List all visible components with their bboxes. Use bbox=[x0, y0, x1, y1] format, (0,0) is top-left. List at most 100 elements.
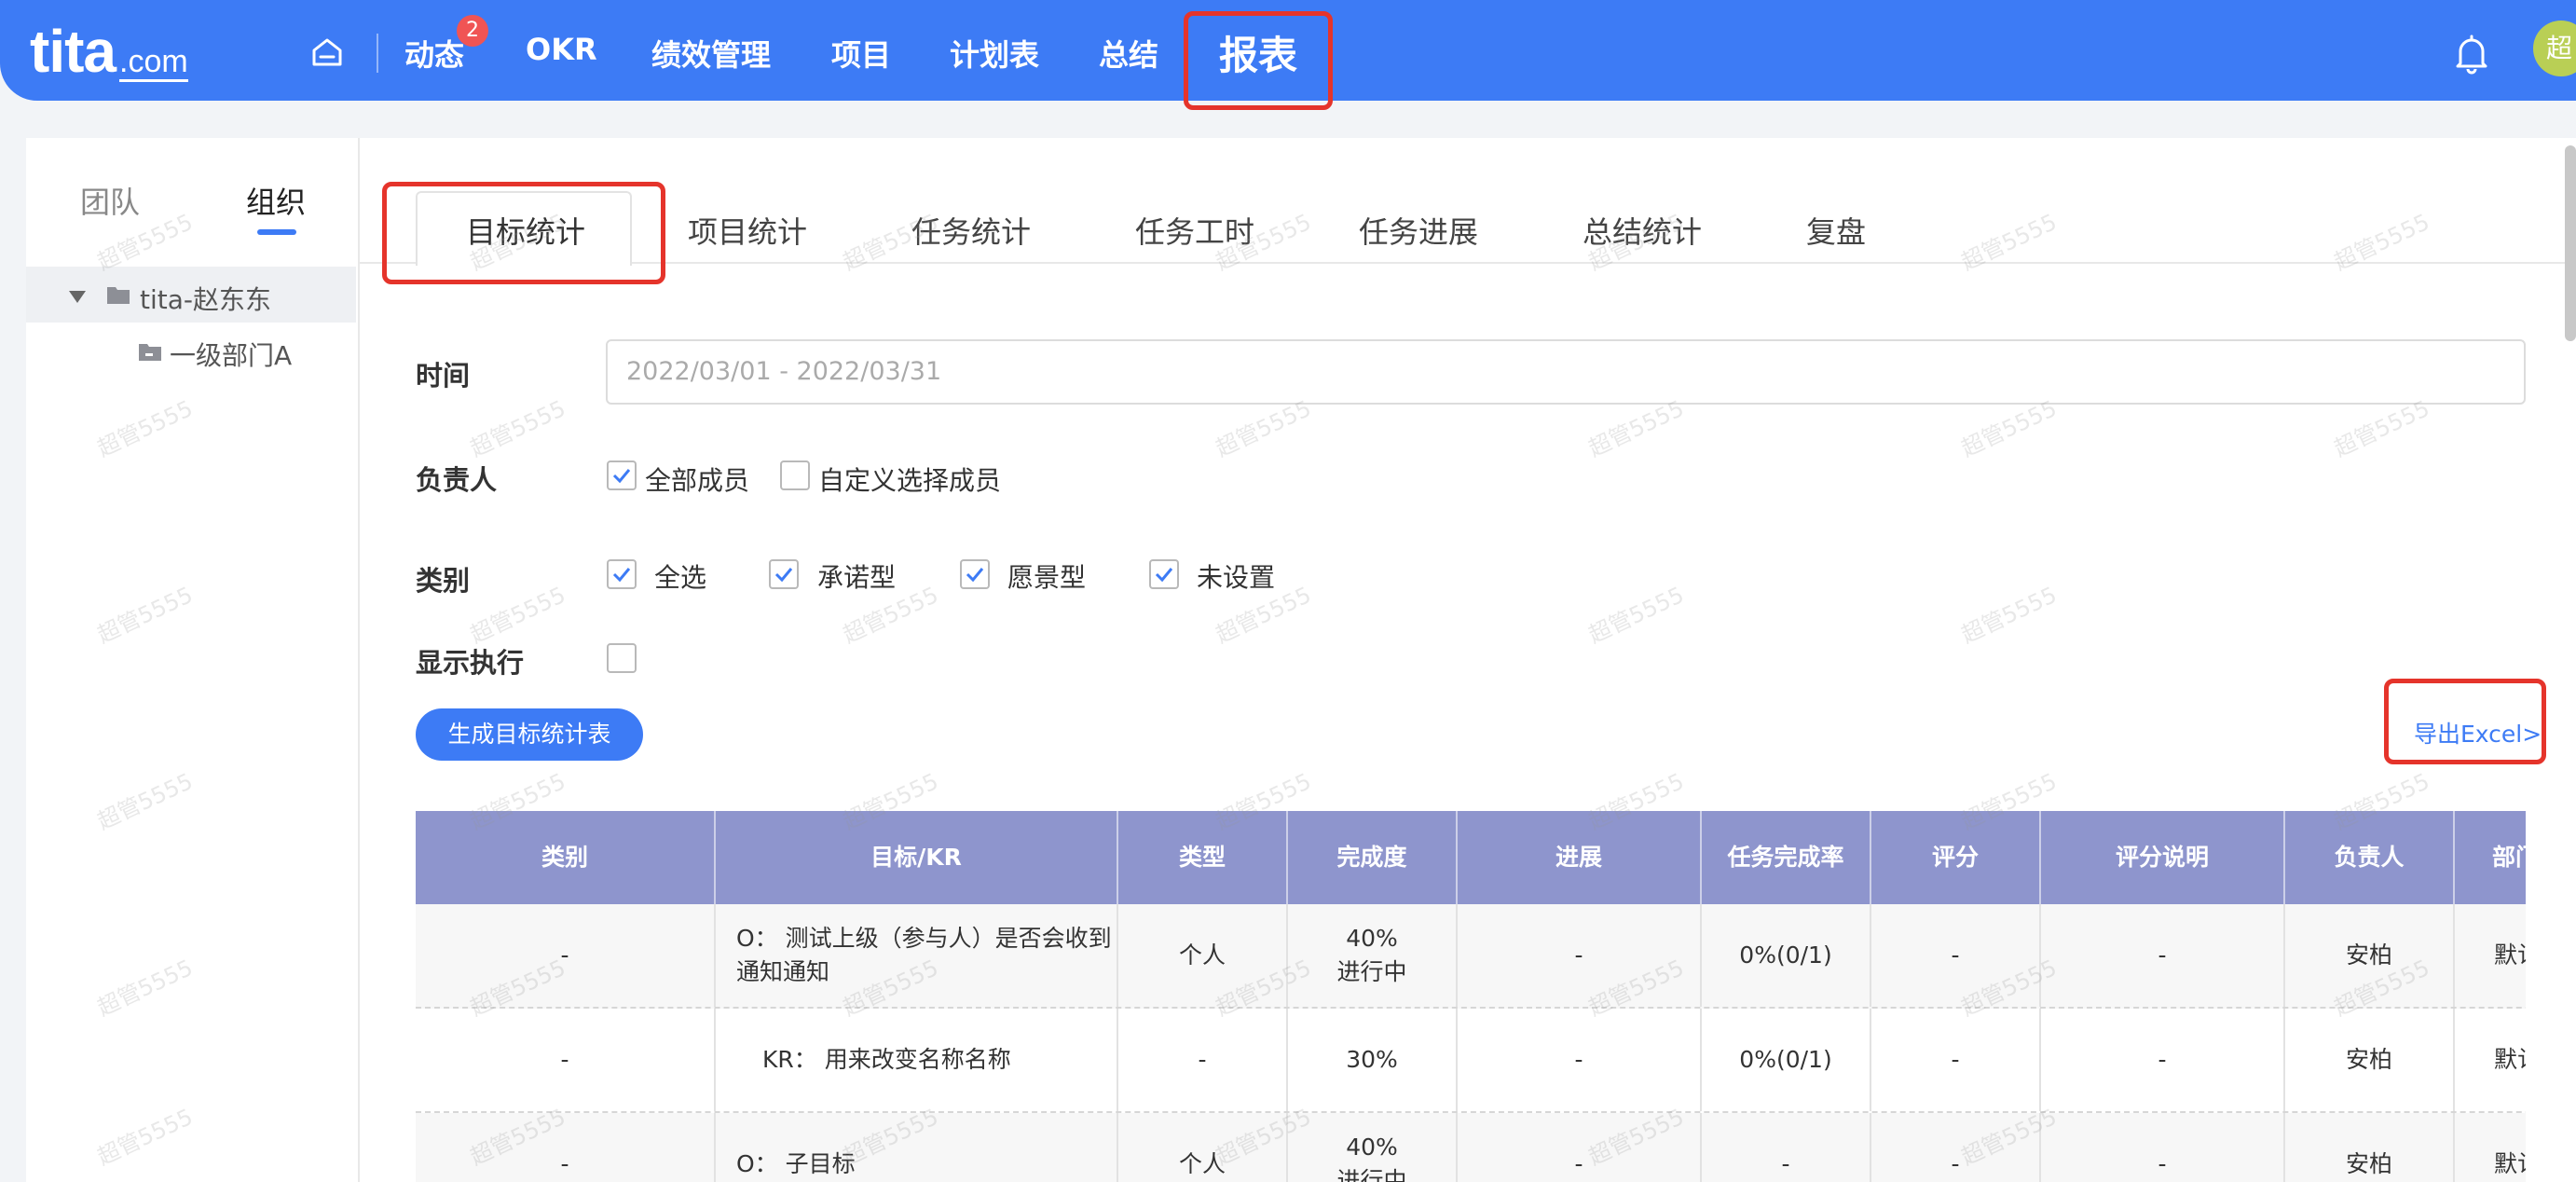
time-label: 时间 bbox=[416, 360, 471, 392]
column-header: 进展 bbox=[1458, 811, 1702, 904]
nav-item-dynamics[interactable]: 动态 bbox=[404, 32, 464, 75]
table-cell[interactable]: O： 测试上级（参与人）是否会收到通知通知 bbox=[716, 904, 1118, 1007]
table-cell: - bbox=[416, 1113, 716, 1182]
table-cell: - bbox=[1871, 1113, 2041, 1182]
tab-task-progress[interactable]: 任务进展 bbox=[1359, 209, 1478, 252]
table-cell: 安柏 bbox=[2285, 904, 2455, 1007]
table-cell: 安柏 bbox=[2285, 1113, 2455, 1182]
table-cell: - bbox=[1458, 904, 1702, 1007]
tab-summary-stats[interactable]: 总结统计 bbox=[1583, 209, 1702, 252]
table-cell[interactable]: O： 子目标 bbox=[716, 1113, 1118, 1182]
avatar[interactable]: 超 bbox=[2533, 21, 2576, 76]
unset-label[interactable]: 未设置 bbox=[1197, 557, 1275, 595]
column-header: 部门 bbox=[2455, 811, 2526, 904]
column-header: 评分说明 bbox=[2041, 811, 2285, 904]
column-header: 负责人 bbox=[2285, 811, 2455, 904]
check-icon bbox=[612, 568, 631, 583]
active-tab-indicator bbox=[257, 229, 296, 235]
nav-item-project[interactable]: 项目 bbox=[831, 32, 891, 75]
home-icon[interactable] bbox=[310, 35, 344, 69]
nav-item-okr[interactable]: OKR bbox=[526, 32, 597, 67]
checkbox-show-execution[interactable] bbox=[607, 643, 637, 673]
folder-icon bbox=[107, 287, 130, 304]
tab-review[interactable]: 复盘 bbox=[1806, 209, 1866, 252]
column-header: 任务完成率 bbox=[1702, 811, 1871, 904]
folder-icon bbox=[139, 344, 161, 361]
table-cell: 安柏 bbox=[2285, 1009, 2455, 1111]
nav-item-plan[interactable]: 计划表 bbox=[950, 32, 1039, 75]
table-cell: - bbox=[2041, 1009, 2285, 1111]
goal-tab-highlight bbox=[382, 182, 665, 284]
check-icon bbox=[612, 469, 631, 484]
tab-task-hours[interactable]: 任务工时 bbox=[1135, 209, 1254, 252]
tita-logo[interactable]: tita .com bbox=[30, 17, 188, 86]
table-cell: 个人 bbox=[1118, 1113, 1288, 1182]
column-header: 评分 bbox=[1871, 811, 2041, 904]
tab-bar-divider bbox=[360, 262, 2567, 264]
table-cell: - bbox=[1871, 904, 2041, 1007]
vision-label[interactable]: 愿景型 bbox=[1007, 557, 1086, 595]
checkbox-custom-members[interactable] bbox=[780, 460, 810, 490]
notification-badge: 2 bbox=[457, 15, 488, 47]
table-cell: - bbox=[1458, 1113, 1702, 1182]
check-icon bbox=[1155, 568, 1173, 583]
column-header: 类别 bbox=[416, 811, 716, 904]
table-cell[interactable]: KR： 用来改变名称名称 bbox=[716, 1009, 1118, 1111]
tab-task-stats[interactable]: 任务统计 bbox=[911, 209, 1031, 252]
check-icon bbox=[966, 568, 984, 583]
category-label: 类别 bbox=[416, 565, 471, 597]
table-cell: 0%(0/1) bbox=[1702, 1009, 1871, 1111]
checkbox-select-all[interactable] bbox=[607, 559, 637, 589]
column-header: 类型 bbox=[1118, 811, 1288, 904]
goal-stats-table: 类别 目标/KR 类型 完成度 进展 任务完成率 评分 评分说明 负责人 部门 … bbox=[416, 811, 2526, 1182]
vertical-scrollbar[interactable] bbox=[2565, 145, 2576, 341]
table-cell: - bbox=[416, 904, 716, 1007]
generate-report-button[interactable]: 生成目标统计表 bbox=[416, 708, 643, 761]
table-cell: - bbox=[1702, 1113, 1871, 1182]
tab-project-stats[interactable]: 项目统计 bbox=[688, 209, 807, 252]
table-row[interactable]: - KR： 用来改变名称名称 - 30% - 0%(0/1) - - 安柏 默认 bbox=[416, 1009, 2526, 1113]
table-cell: - bbox=[416, 1009, 716, 1111]
org-sidebar: 团队 组织 tita-赵东东 一级部门A bbox=[26, 138, 360, 1182]
table-header: 类别 目标/KR 类型 完成度 进展 任务完成率 评分 评分说明 负责人 部门 bbox=[416, 811, 2526, 904]
table-cell: 0%(0/1) bbox=[1702, 904, 1871, 1007]
all-members-label[interactable]: 全部成员 bbox=[645, 460, 749, 498]
table-cell: 40% 进行中 bbox=[1288, 1113, 1458, 1182]
table-cell: 默认 bbox=[2455, 904, 2526, 1007]
column-header: 完成度 bbox=[1288, 811, 1458, 904]
export-highlight bbox=[2384, 679, 2546, 764]
date-range-input[interactable]: 2022/03/01 - 2022/03/31 bbox=[606, 339, 2526, 405]
tab-team[interactable]: 团队 bbox=[80, 179, 140, 222]
checkbox-commitment[interactable] bbox=[769, 559, 799, 589]
checkbox-vision[interactable] bbox=[960, 559, 990, 589]
tab-organization[interactable]: 组织 bbox=[246, 179, 306, 222]
report-nav-highlight bbox=[1184, 11, 1333, 110]
caret-down-icon[interactable] bbox=[69, 291, 86, 303]
table-cell: 个人 bbox=[1118, 904, 1288, 1007]
table-cell: 30% bbox=[1288, 1009, 1458, 1111]
checkbox-unset[interactable] bbox=[1149, 559, 1179, 589]
owner-label: 负责人 bbox=[416, 464, 498, 496]
checkbox-all-members[interactable] bbox=[607, 460, 637, 490]
table-cell: - bbox=[1871, 1009, 2041, 1111]
custom-members-label[interactable]: 自定义选择成员 bbox=[818, 460, 1001, 498]
table-row[interactable]: - O： 子目标 个人 40% 进行中 - - - - 安柏 默认 bbox=[416, 1113, 2526, 1182]
select-all-label[interactable]: 全选 bbox=[654, 557, 706, 595]
table-cell: 默认 bbox=[2455, 1113, 2526, 1182]
column-header: 目标/KR bbox=[716, 811, 1118, 904]
table-cell: - bbox=[2041, 1113, 2285, 1182]
commitment-label[interactable]: 承诺型 bbox=[817, 557, 896, 595]
table-row[interactable]: - O： 测试上级（参与人）是否会收到通知通知 个人 40% 进行中 - 0%(… bbox=[416, 904, 2526, 1009]
table-cell: - bbox=[2041, 904, 2285, 1007]
tree-label-dept-a[interactable]: 一级部门A bbox=[170, 336, 292, 373]
show-execution-label: 显示执行 bbox=[416, 647, 525, 679]
bell-icon[interactable] bbox=[2453, 34, 2490, 75]
nav-divider bbox=[377, 34, 378, 73]
nav-item-summary[interactable]: 总结 bbox=[1099, 32, 1158, 75]
nav-item-performance[interactable]: 绩效管理 bbox=[651, 32, 771, 75]
table-cell: 40% 进行中 bbox=[1288, 904, 1458, 1007]
tree-label-root[interactable]: tita-赵东东 bbox=[140, 280, 271, 317]
table-cell: - bbox=[1118, 1009, 1288, 1111]
table-cell: - bbox=[1458, 1009, 1702, 1111]
table-cell: 默认 bbox=[2455, 1009, 2526, 1111]
